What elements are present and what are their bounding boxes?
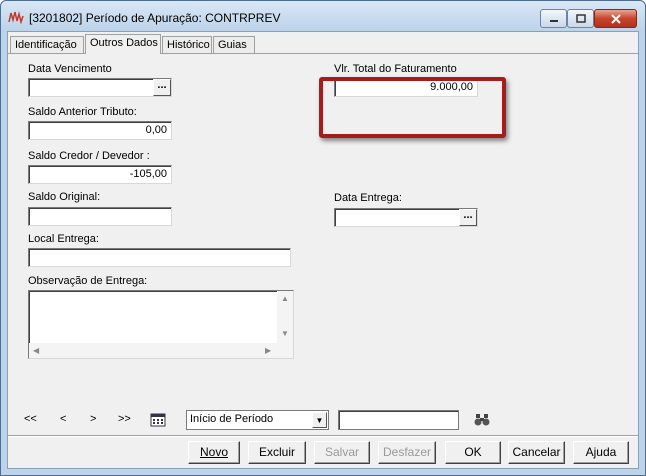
salvar-label: Salvar [324, 445, 359, 459]
saldo-credor-label: Saldo Credor / Devedor : [28, 150, 150, 162]
data-entrega-field[interactable] [334, 208, 478, 227]
excluir-button[interactable]: Excluir [248, 441, 306, 464]
cancelar-label: Cancelar [512, 445, 561, 459]
tab-strip: Identificação Outros Dados Histórico Gui… [8, 34, 638, 54]
saldo-original-field[interactable] [28, 207, 172, 226]
maximize-icon [575, 14, 586, 23]
observacao-horizontal-scrollbar[interactable]: ◀ ▶ [29, 343, 293, 358]
observacao-textarea[interactable]: ▲ ▼ ◀ ▶ [28, 290, 294, 359]
period-select-value: Início de Período [190, 413, 274, 425]
scroll-right-icon[interactable]: ▶ [265, 346, 271, 355]
excluir-label: Excluir [258, 445, 295, 459]
last-record-button[interactable]: >> [118, 413, 131, 425]
next-record-button[interactable]: > [90, 413, 96, 425]
data-vencimento-picker-button[interactable]: ... [153, 79, 171, 96]
minimize-icon [549, 19, 558, 22]
tab-outros-dados[interactable]: Outros Dados [85, 34, 161, 54]
data-vencimento-field[interactable] [28, 78, 172, 97]
scroll-up-icon[interactable]: ▲ [281, 294, 289, 303]
binoculars-icon[interactable] [474, 412, 490, 427]
scroll-down-icon[interactable]: ▼ [281, 329, 289, 338]
data-vencimento-label: Data Vencimento [28, 63, 112, 75]
footer-divider [8, 435, 638, 437]
outros-dados-panel: Data Vencimento ... Saldo Anterior Tribu… [8, 52, 638, 406]
previous-record-button[interactable]: < [60, 413, 66, 425]
ok-label: OK [464, 445, 482, 459]
close-icon [610, 13, 621, 24]
salvar-button[interactable]: Salvar [314, 441, 370, 464]
main-window: [3201802] Período de Apuração: CONTRPREV… [0, 0, 646, 476]
observacao-vertical-scrollbar[interactable]: ▲ ▼ [277, 291, 293, 343]
saldo-anterior-field[interactable]: 0,00 [28, 121, 172, 140]
minimize-button[interactable] [540, 9, 567, 28]
title-bar[interactable]: [3201802] Período de Apuração: CONTRPREV [1, 1, 645, 31]
ok-button[interactable]: OK [445, 441, 501, 464]
local-entrega-label: Local Entrega: [28, 233, 99, 245]
client-area: Identificação Outros Dados Histórico Gui… [7, 31, 639, 469]
ajuda-label: Ajuda [585, 445, 617, 459]
vlr-total-field[interactable]: 9.000,00 [334, 78, 478, 97]
app-logo-icon [8, 11, 24, 24]
vlr-total-label: Vlr. Total do Faturamento [334, 63, 457, 75]
period-select[interactable]: Início de Período ▼ [186, 410, 329, 430]
cancelar-button[interactable]: Cancelar [508, 441, 565, 464]
scroll-left-icon[interactable]: ◀ [33, 346, 39, 355]
first-record-button[interactable]: << [24, 413, 37, 425]
desfazer-button[interactable]: Desfazer [378, 441, 436, 464]
close-button[interactable] [594, 9, 637, 28]
observacao-label: Observação de Entrega: [28, 275, 148, 287]
saldo-original-label: Saldo Original: [28, 191, 101, 203]
novo-label: Novo [199, 445, 228, 459]
window-title: [3201802] Período de Apuração: CONTRPREV [29, 11, 281, 25]
search-input[interactable] [338, 410, 459, 430]
data-entrega-label: Data Entrega: [334, 192, 402, 204]
ajuda-button[interactable]: Ajuda [573, 441, 629, 464]
maximize-button[interactable] [567, 9, 594, 28]
saldo-anterior-label: Saldo Anterior Tributo: [28, 106, 137, 118]
novo-button[interactable]: Novo [188, 441, 240, 464]
data-entrega-picker-button[interactable]: ... [459, 209, 477, 226]
desfazer-label: Desfazer [382, 445, 432, 459]
saldo-credor-field[interactable]: -105,00 [28, 165, 172, 184]
chevron-down-icon[interactable]: ▼ [312, 412, 327, 428]
calendar-icon[interactable] [150, 413, 166, 427]
record-navigation-bar: << < > >> Início de Período ▼ [8, 406, 638, 434]
local-entrega-field[interactable] [28, 248, 291, 267]
